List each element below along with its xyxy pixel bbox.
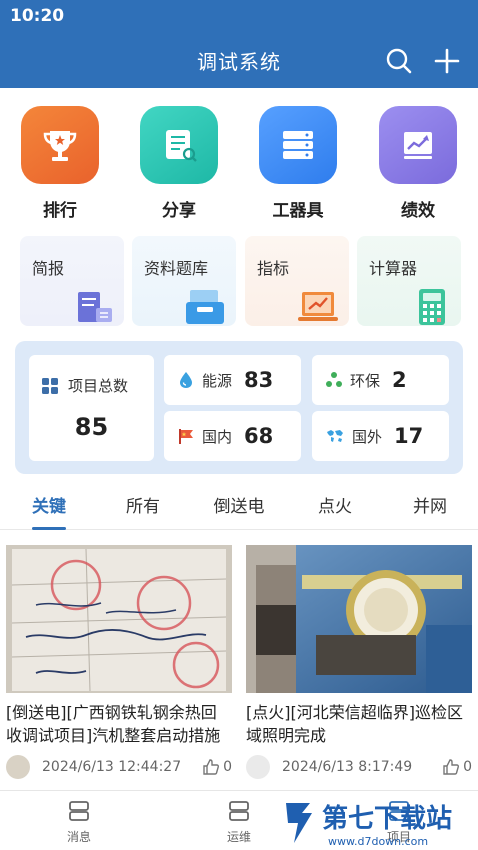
stat-value: 85 [74,413,109,441]
shortcut-label: 工器具 [272,201,324,221]
nav-messages[interactable]: 消息 [49,799,109,845]
shortcut-tools[interactable]: 工器具 [258,106,338,221]
world-map-icon [327,430,343,442]
stat-value: 2 [392,368,407,392]
flag-icon [179,429,193,444]
card-label: 资料题库 [144,259,209,278]
avatar [246,755,270,779]
stat-label: 项目总数 [68,377,129,395]
shortcut-ranking[interactable]: 排行 [20,106,100,221]
nav-label: 消息 [66,830,91,844]
like-button[interactable]: 0 [202,758,232,776]
article-card[interactable]: [倒送电][广西钢铁轧钢余热回收调试项目]汽机整套启动措施 2024/6/13 … [6,545,232,779]
file-tray-icon [186,290,224,324]
tab-grid-connection[interactable]: 并网 [390,492,470,517]
stat-energy[interactable]: 能源 83 [164,355,301,405]
document-share-icon [140,106,218,184]
like-button[interactable]: 0 [442,758,472,776]
performance-chart-icon [379,106,457,184]
calculator-icon [419,289,445,325]
grid-icon [42,377,58,394]
article-date: 2024/6/13 8:17:49 [282,759,413,775]
card-resources[interactable]: 资料题库 [132,236,236,326]
shortcut-label: 分享 [162,201,196,221]
category-tabs: 关键 所有 倒送电 点火 并网 [0,480,478,530]
shortcut-share[interactable]: 分享 [139,106,219,221]
trend-laptop-icon [298,292,338,321]
article-thumbnail [246,545,472,693]
stat-total-projects[interactable]: 项目总数 85 [29,355,154,461]
stat-domestic[interactable]: 国内 68 [164,411,301,461]
article-title: [倒送电][广西钢铁轧钢余热回收调试项目]汽机整套启动措施 [6,703,221,745]
thumbs-up-icon [203,759,220,775]
tab-ignition[interactable]: 点火 [295,492,375,517]
project-stats-panel: 项目总数 85 能源 83 环保 2 国内 68 国外 17 [15,341,463,474]
stat-overseas[interactable]: 国外 17 [312,411,449,461]
article-thumbnail [6,545,232,693]
avatar [6,755,30,779]
nav-label: 运维 [226,830,251,844]
shortcut-label: 绩效 [401,201,435,221]
thumbs-up-icon [443,759,460,775]
watermark-url: www.d7down.com [328,835,428,848]
stat-total-label-row: 项目总数 [41,375,128,396]
article-meta: 2024/6/13 12:44:27 0 [6,755,232,779]
card-label: 指标 [257,259,290,278]
shortcut-performance[interactable]: 绩效 [378,106,458,221]
article-meta: 2024/6/13 8:17:49 0 [246,755,472,779]
stat-label: 能源 [202,371,233,390]
card-label: 计算器 [369,259,418,278]
article-title: [点火][河北荣信超临界]巡检区域照明完成 [246,703,463,745]
recycle-icon [326,372,342,387]
watermark-logo: 第七下载站 www.d7down.com [286,803,452,848]
server-rack-icon [259,106,337,184]
active-tab-indicator [32,527,66,530]
stat-label: 环保 [350,371,381,390]
card-indicators[interactable]: 指标 [245,236,349,326]
card-label: 简报 [32,259,65,278]
search-icon[interactable] [385,47,413,75]
article-date: 2024/6/13 12:44:27 [42,759,182,775]
like-count: 0 [223,759,232,775]
maintenance-icon [229,801,249,821]
card-briefing[interactable]: 简报 [20,236,124,326]
stat-value: 68 [244,424,274,448]
tab-key[interactable]: 关键 [9,492,89,517]
shortcut-label: 排行 [43,201,77,221]
app-header: 10:20 调试系统 [0,0,478,88]
like-count: 0 [463,759,472,775]
drop-icon [180,372,192,388]
stat-value: 83 [244,368,274,392]
card-calculator[interactable]: 计算器 [357,236,461,326]
message-icon [69,801,89,821]
nav-maintenance[interactable]: 运维 [209,799,269,845]
stat-label: 国内 [202,427,233,446]
stat-environment[interactable]: 环保 2 [312,355,449,405]
add-icon[interactable] [433,47,461,75]
tab-all[interactable]: 所有 [103,492,183,517]
stat-value: 17 [394,424,424,448]
briefing-icon [78,292,112,322]
status-time: 10:20 [10,6,65,26]
watermark-text: 第七下载站 [322,803,452,834]
stat-label: 国外 [352,427,383,446]
article-card[interactable]: [点火][河北荣信超临界]巡检区域照明完成 2024/6/13 8:17:49 … [246,545,472,779]
trophy-icon [21,106,99,184]
tab-backfeed[interactable]: 倒送电 [199,492,279,517]
